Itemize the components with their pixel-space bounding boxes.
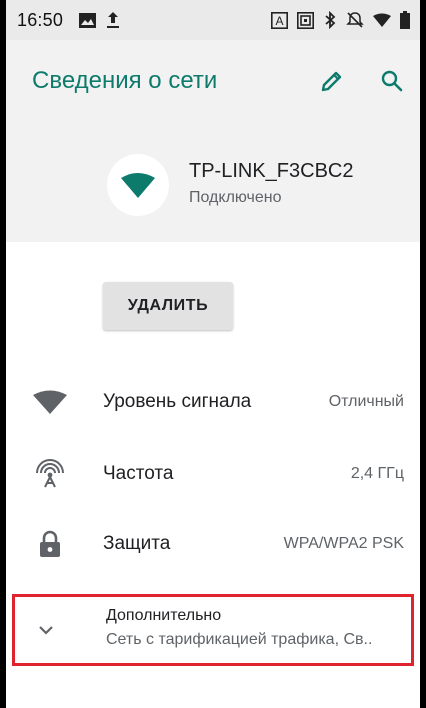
detail-value: Отличный [328, 393, 404, 410]
detail-row-security: Защита WPA/WPA2 PSK [6, 508, 420, 580]
detail-value: 2,4 ГГц [350, 465, 404, 482]
detail-label: Уровень сигнала [103, 391, 252, 412]
network-header: TP-LINK_F3CBC2 Подключено [6, 122, 420, 242]
advanced-subtitle: Сеть с тарификацией трафика, Св.. [106, 631, 373, 648]
pencil-icon[interactable] [320, 69, 344, 93]
status-time: 16:50 [17, 9, 64, 30]
wifi-signal-icon [30, 390, 70, 414]
no-alarm-icon [346, 11, 364, 29]
advanced-options-row[interactable]: Дополнительно Сеть с тарификацией трафик… [12, 594, 414, 666]
wifi-status-icon [373, 13, 391, 27]
lock-icon [30, 530, 70, 558]
detail-label: Защита [103, 533, 171, 554]
screen-icon [297, 11, 314, 29]
chevron-down-icon [35, 619, 57, 641]
battery-icon [400, 11, 410, 29]
detail-row-signal: Уровень сигнала Отличный [6, 366, 420, 438]
network-avatar [107, 154, 169, 216]
detail-row-frequency: Частота 2,4 ГГц [6, 438, 420, 510]
detail-value: WPA/WPA2 PSK [283, 535, 404, 552]
svg-text:A: A [275, 14, 283, 28]
image-icon [79, 12, 97, 28]
page-title: Сведения о сети [32, 67, 218, 94]
a-badge-icon: A [271, 11, 288, 29]
delete-network-button[interactable]: УДАЛИТЬ [103, 282, 233, 330]
status-bar: 16:50 A [6, 0, 420, 40]
wifi-icon [121, 173, 155, 198]
network-status: Подключено [189, 189, 282, 206]
network-name: TP-LINK_F3CBC2 [189, 160, 354, 182]
upload-icon [106, 11, 120, 29]
network-details: УДАЛИТЬ Уровень сигнала Отличный Частота… [6, 242, 420, 708]
frequency-antenna-icon [30, 459, 70, 489]
detail-label: Частота [103, 463, 174, 484]
bluetooth-icon [323, 11, 337, 29]
app-bar: Сведения о сети [6, 40, 420, 122]
advanced-title: Дополнительно [106, 607, 222, 624]
search-icon[interactable] [380, 69, 404, 93]
